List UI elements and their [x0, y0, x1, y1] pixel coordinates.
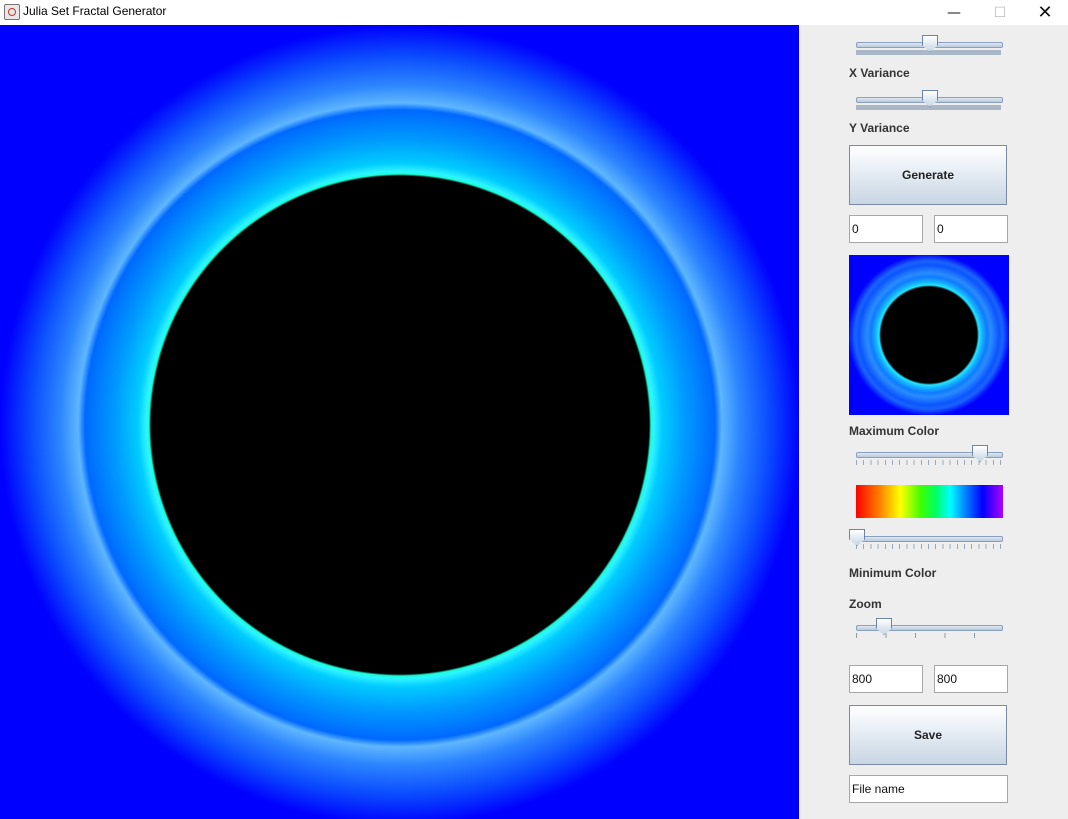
y-variance-slider[interactable]: [856, 88, 1003, 112]
x-variance-label: X Variance: [849, 66, 910, 80]
maximum-color-slider[interactable]: [856, 443, 1003, 467]
slider-ticks: [856, 105, 1001, 110]
slider-ticks: [856, 50, 1001, 55]
x-variance-slider[interactable]: [856, 33, 1003, 57]
minimize-icon[interactable]: —: [931, 0, 977, 25]
zoom-slider[interactable]: [856, 616, 1003, 640]
close-icon[interactable]: ✕: [1022, 0, 1068, 25]
maximum-color-label: Maximum Color: [849, 424, 940, 438]
color-spectrum: [856, 485, 1003, 518]
window-title: Julia Set Fractal Generator: [23, 4, 167, 18]
fractal-canvas[interactable]: [0, 25, 799, 819]
save-button[interactable]: Save: [849, 705, 1007, 765]
y-coord-input[interactable]: [934, 215, 1008, 243]
file-name-input[interactable]: [849, 775, 1008, 803]
generate-button[interactable]: Generate: [849, 145, 1007, 205]
title-bar: Julia Set Fractal Generator — ☐ ✕: [0, 0, 1068, 25]
slider-ticks: [856, 544, 1001, 549]
minimum-color-label: Minimum Color: [849, 566, 937, 580]
slider-ticks: [856, 633, 1001, 638]
minimum-color-slider[interactable]: [849, 527, 1003, 551]
fractal-preview: [849, 255, 1009, 415]
zoom-label: Zoom: [849, 597, 882, 611]
y-variance-label: Y Variance: [849, 121, 910, 135]
maximize-icon[interactable]: ☐: [977, 0, 1023, 25]
slider-track: [856, 536, 1003, 542]
width-input[interactable]: [849, 665, 923, 693]
java-app-icon: [4, 4, 20, 20]
height-input[interactable]: [934, 665, 1008, 693]
x-coord-input[interactable]: [849, 215, 923, 243]
